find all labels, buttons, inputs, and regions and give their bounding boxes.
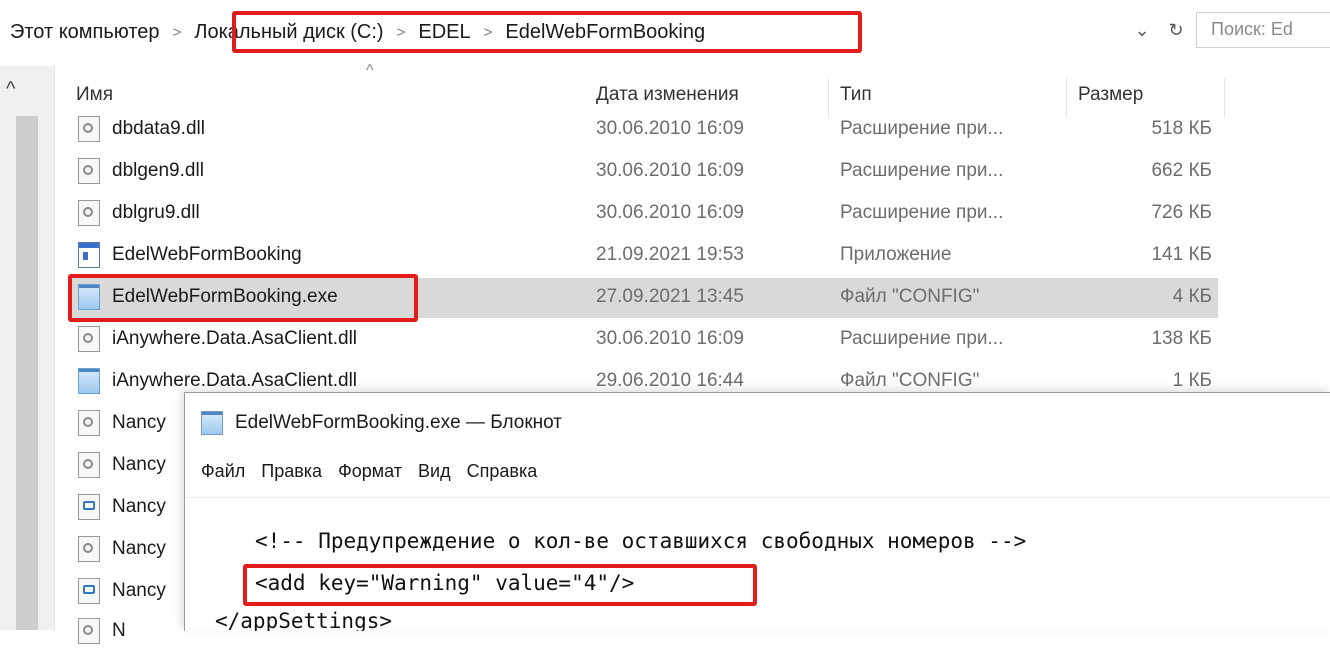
file-row[interactable]: dblgen9.dll 30.06.2010 16:09 Расширение … — [70, 152, 1218, 192]
file-name: iAnywhere.Data.AsaClient.dll — [112, 370, 358, 391]
sort-up-icon: ^ — [366, 62, 374, 79]
file-row[interactable]: dbdata9.dll 30.06.2010 16:09 Расширение … — [70, 110, 1218, 150]
file-row[interactable]: EdelWebFormBooking 21.09.2021 19:53 Прил… — [70, 236, 1218, 276]
file-type: Файл "CONFIG" — [840, 286, 980, 307]
notepad-title: EdelWebFormBooking.exe — Блокнот — [235, 412, 562, 433]
column-date[interactable]: Дата изменения — [596, 84, 739, 106]
file-size: 141 КБ — [1151, 244, 1212, 265]
file-name: EdelWebFormBooking — [112, 244, 302, 265]
file-name: Nancy — [112, 412, 166, 433]
file-name: N — [112, 620, 126, 641]
file-name: Nancy — [112, 538, 166, 559]
file-date: 30.06.2010 16:09 — [596, 328, 744, 349]
menu-format[interactable]: Формат — [330, 457, 410, 486]
file-name: Nancy — [112, 454, 166, 475]
file-size: 518 КБ — [1151, 118, 1212, 139]
file-type: Расширение при... — [840, 328, 1004, 349]
file-type: Расширение при... — [840, 160, 1004, 181]
address-bar: Этот компьютер > Локальный диск (C:) > E… — [0, 0, 1330, 64]
config-file-icon — [78, 368, 100, 394]
chevron-right-icon[interactable]: > — [164, 24, 191, 41]
notepad-window[interactable]: EdelWebFormBooking.exe — Блокнот Файл Пр… — [184, 392, 1330, 631]
file-type: Расширение при... — [840, 118, 1004, 139]
file-name: dblgru9.dll — [112, 202, 200, 223]
dll-file-icon — [78, 326, 100, 352]
column-divider[interactable] — [1224, 78, 1225, 118]
column-type[interactable]: Тип — [840, 84, 872, 106]
address-tools: ⌄ ↻ — [1128, 14, 1190, 46]
file-name: dblgen9.dll — [112, 160, 204, 181]
file-date: 30.06.2010 16:09 — [596, 202, 744, 223]
code-line-comment: <!-- Предупреждение о кол-ве оставшихся … — [255, 529, 1027, 553]
column-name[interactable]: Имя — [76, 84, 113, 106]
file-name: Nancy — [112, 496, 166, 517]
xml-file-icon — [78, 494, 100, 520]
code-highlight-box — [243, 564, 757, 606]
breadcrumb-this-pc[interactable]: Этот компьютер — [6, 21, 164, 44]
file-date: 30.06.2010 16:09 — [596, 160, 744, 181]
dll-file-icon — [78, 536, 100, 562]
dll-file-icon — [78, 200, 100, 226]
file-date: 21.09.2021 19:53 — [596, 244, 744, 265]
file-size: 4 КБ — [1172, 286, 1212, 307]
code-line-close-appsettings: </appSettings> — [215, 609, 393, 631]
address-highlight-box — [232, 11, 862, 53]
navigation-pane: ^ — [0, 66, 55, 630]
file-date: 30.06.2010 16:09 — [596, 118, 744, 139]
file-size: 662 КБ — [1151, 160, 1212, 181]
selected-file-highlight-box — [68, 274, 418, 322]
file-name: iAnywhere.Data.AsaClient.dll — [112, 328, 358, 349]
menu-view[interactable]: Вид — [410, 457, 459, 486]
chevron-down-icon[interactable]: ⌄ — [1128, 14, 1156, 46]
dll-file-icon — [78, 116, 100, 142]
file-name: dbdata9.dll — [112, 118, 205, 139]
dll-file-icon — [78, 410, 100, 436]
file-size: 726 КБ — [1151, 202, 1212, 223]
application-icon — [78, 242, 100, 268]
file-row[interactable]: dblgru9.dll 30.06.2010 16:09 Расширение … — [70, 194, 1218, 234]
file-size: 1 КБ — [1172, 370, 1212, 391]
notepad-icon — [201, 411, 223, 435]
file-date: 27.09.2021 13:45 — [596, 286, 744, 307]
menu-help[interactable]: Справка — [459, 457, 546, 486]
menu-divider — [185, 497, 1330, 498]
file-size: 138 КБ — [1151, 328, 1212, 349]
nav-scrollbar-thumb[interactable] — [16, 116, 38, 630]
file-date: 29.06.2010 16:44 — [596, 370, 744, 391]
refresh-icon[interactable]: ↻ — [1162, 14, 1190, 46]
dll-file-icon — [78, 452, 100, 478]
menu-file[interactable]: Файл — [193, 457, 253, 486]
scroll-up-icon[interactable]: ^ — [6, 78, 15, 101]
file-name: Nancy — [112, 580, 166, 601]
notepad-menubar: Файл Правка Формат Вид Справка — [193, 457, 545, 486]
xml-file-icon — [78, 578, 100, 604]
notepad-titlebar[interactable]: EdelWebFormBooking.exe — Блокнот — [201, 407, 562, 439]
column-headers: ^ Имя Дата изменения Тип Размер — [54, 62, 1330, 118]
column-size[interactable]: Размер — [1078, 84, 1143, 106]
file-row[interactable]: iAnywhere.Data.AsaClient.dll 30.06.2010 … — [70, 320, 1218, 360]
file-type: Расширение при... — [840, 202, 1004, 223]
file-type: Приложение — [840, 244, 952, 265]
menu-edit[interactable]: Правка — [253, 457, 330, 486]
search-input[interactable]: Поиск: Ed — [1196, 12, 1330, 48]
dll-file-icon — [78, 618, 100, 644]
file-type: Файл "CONFIG" — [840, 370, 980, 391]
dll-file-icon — [78, 158, 100, 184]
